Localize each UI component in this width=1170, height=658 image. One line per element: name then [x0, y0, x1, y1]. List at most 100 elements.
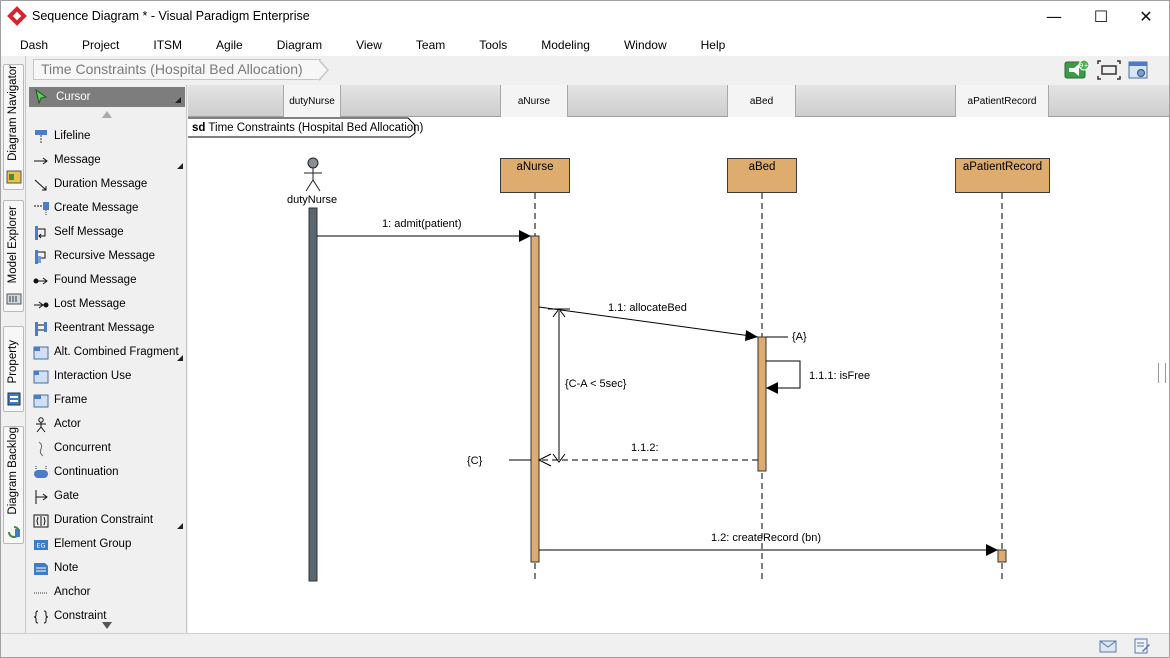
- palette-create-message-label: Create Message: [54, 202, 139, 214]
- minimize-button[interactable]: —: [1031, 1, 1077, 32]
- palette-continuation[interactable]: Continuation: [27, 461, 186, 485]
- palette-alt-combined-fragment[interactable]: Alt. Combined Fragment: [27, 341, 186, 365]
- palette-reentrant-message[interactable]: Reentrant Message: [27, 317, 186, 341]
- edit-document-icon[interactable]: [1133, 638, 1151, 654]
- menu-project[interactable]: Project: [63, 32, 134, 56]
- palette-self-message[interactable]: Self Message: [27, 221, 186, 245]
- palette-concurrent[interactable]: Concurrent: [27, 437, 186, 461]
- lifeline-apatientrecord[interactable]: aPatientRecord: [955, 158, 1050, 193]
- frame-title[interactable]: sd Time Constraints (Hospital Bed Alloca…: [188, 118, 437, 138]
- menu-itsm[interactable]: ITSM: [134, 32, 197, 56]
- menu-bar: Dash Project ITSM Agile Diagram View Tea…: [1, 32, 1169, 56]
- window-title: Sequence Diagram * - Visual Paradigm Ent…: [32, 9, 310, 23]
- palette-create-message[interactable]: Create Message: [27, 197, 186, 221]
- diagram-settings-icon[interactable]: [1127, 60, 1151, 80]
- palette-lifeline[interactable]: Lifeline: [27, 125, 186, 149]
- message-allocatebed-arrowhead: [745, 330, 758, 341]
- actor-dutynurse[interactable]: [304, 157, 322, 192]
- palette-scroll-up-icon[interactable]: [102, 111, 112, 118]
- duration-constraint-label[interactable]: {C-A < 5sec}: [565, 378, 626, 390]
- lifeline-abed[interactable]: aBed: [727, 158, 797, 193]
- palette-anchor[interactable]: Anchor: [27, 581, 186, 605]
- palette-duration-constraint[interactable]: Duration Constraint: [27, 509, 186, 533]
- palette-concurrent-label: Concurrent: [54, 442, 111, 454]
- menu-team[interactable]: Team: [397, 32, 460, 56]
- palette-note[interactable]: Note: [27, 557, 186, 581]
- time-mark-a-label[interactable]: {A}: [792, 331, 807, 343]
- breadcrumb-arrow: [318, 59, 329, 81]
- visual-paradigm-logo-icon: [7, 6, 27, 26]
- message-createrecord-label[interactable]: 1.2: createRecord (bn): [711, 532, 821, 544]
- activation-abed[interactable]: [757, 336, 767, 472]
- tab-property[interactable]: Property: [3, 326, 24, 412]
- palette-interaction-use[interactable]: Interaction Use: [27, 365, 186, 389]
- palette-reentrant-message-label: Reentrant Message: [54, 322, 155, 334]
- palette-alt-combined-fragment-label: Alt. Combined Fragment: [54, 346, 179, 358]
- tab-diagram-backlog[interactable]: Diagram Backlog: [3, 426, 24, 544]
- message-createrecord-arrowhead: [986, 544, 998, 556]
- time-mark-c-label[interactable]: {C}: [467, 455, 482, 467]
- diagram-backlog-icon: [8, 526, 20, 538]
- palette-recursive-message[interactable]: Recursive Message: [27, 245, 186, 269]
- message-isfree-label[interactable]: 1.1.1: isFree: [809, 370, 870, 382]
- tab-model-explorer-label: Model Explorer: [7, 205, 19, 283]
- close-button[interactable]: ✕: [1123, 1, 1169, 32]
- frame-name: Time Constraints (Hospital Bed Allocatio…: [208, 122, 424, 134]
- message-admit-label[interactable]: 1: admit(patient): [382, 218, 461, 230]
- palette-recursive-message-label: Recursive Message: [54, 250, 155, 262]
- tab-diagram-navigator[interactable]: Diagram Navigator: [3, 64, 24, 190]
- actor-dutynurse-label: dutyNurse: [287, 194, 338, 206]
- maximize-button[interactable]: ☐: [1078, 1, 1124, 32]
- palette-gate-label: Gate: [54, 490, 79, 502]
- property-icon: [7, 392, 21, 406]
- palette-actor[interactable]: Actor: [27, 413, 186, 437]
- message-allocatebed-label[interactable]: 1.1: allocateBed: [608, 302, 687, 314]
- breadcrumb[interactable]: Time Constraints (Hospital Bed Allocatio…: [33, 59, 321, 80]
- lifeline-icon: [35, 130, 47, 144]
- palette-constraint-label: Constraint: [54, 610, 107, 622]
- menu-agile[interactable]: Agile: [197, 32, 258, 56]
- activation-apatientrecord[interactable]: [997, 549, 1007, 563]
- fit-diagram-icon[interactable]: [1097, 60, 1121, 80]
- activation-anurse[interactable]: [530, 235, 540, 563]
- mail-icon[interactable]: [1099, 638, 1117, 654]
- palette-element-group[interactable]: EG Element Group: [27, 533, 186, 557]
- palette-frame[interactable]: Frame: [27, 389, 186, 413]
- combined-fragment-icon: [33, 346, 49, 360]
- palette-lost-message[interactable]: Lost Message: [27, 293, 186, 317]
- interaction-use-icon: [33, 370, 49, 384]
- tab-model-explorer[interactable]: Model Explorer: [3, 200, 24, 312]
- message-isfree-line[interactable]: [766, 360, 801, 389]
- menu-window[interactable]: Window: [605, 32, 682, 56]
- palette-duration-message[interactable]: Duration Message: [27, 173, 186, 197]
- message-arrow-icon: [34, 157, 48, 165]
- notification-icon[interactable]: 9+: [1064, 59, 1090, 80]
- actor-activation-bar[interactable]: [308, 207, 318, 582]
- palette-scroll-down-icon[interactable]: [102, 622, 112, 629]
- menu-view[interactable]: View: [337, 32, 397, 56]
- message-return-label[interactable]: 1.1.2:: [631, 442, 659, 454]
- menu-diagram[interactable]: Diagram: [258, 32, 337, 56]
- lifeline-anurse[interactable]: aNurse: [500, 158, 570, 193]
- menu-dash[interactable]: Dash: [1, 32, 63, 56]
- cursor-arrow-icon: [35, 89, 48, 105]
- palette-found-message[interactable]: Found Message: [27, 269, 186, 293]
- menu-help[interactable]: Help: [682, 32, 741, 56]
- canvas-splitter-grip[interactable]: [1158, 363, 1166, 383]
- menu-tools[interactable]: Tools: [460, 32, 522, 56]
- found-message-icon: [33, 277, 48, 285]
- palette-more-indicator: [177, 523, 183, 529]
- side-tab-strip: Diagram Navigator Model Explorer Propert…: [1, 56, 26, 636]
- palette-cursor[interactable]: Cursor: [29, 87, 185, 107]
- palette-element-group-label: Element Group: [54, 538, 132, 550]
- tab-diagram-backlog-label: Diagram Backlog: [7, 427, 19, 515]
- frame-keyword: sd: [192, 122, 206, 134]
- menu-modeling[interactable]: Modeling: [522, 32, 605, 56]
- diagram-canvas[interactable]: dutyNurse aNurse aBed aPatientRecord sd …: [188, 85, 1169, 633]
- status-bar: [1, 633, 1169, 657]
- create-message-icon: [34, 202, 49, 216]
- palette-frame-label: Frame: [54, 394, 88, 406]
- palette-gate[interactable]: Gate: [27, 485, 186, 509]
- palette-message[interactable]: Message: [27, 149, 186, 173]
- continuation-icon: [34, 466, 48, 478]
